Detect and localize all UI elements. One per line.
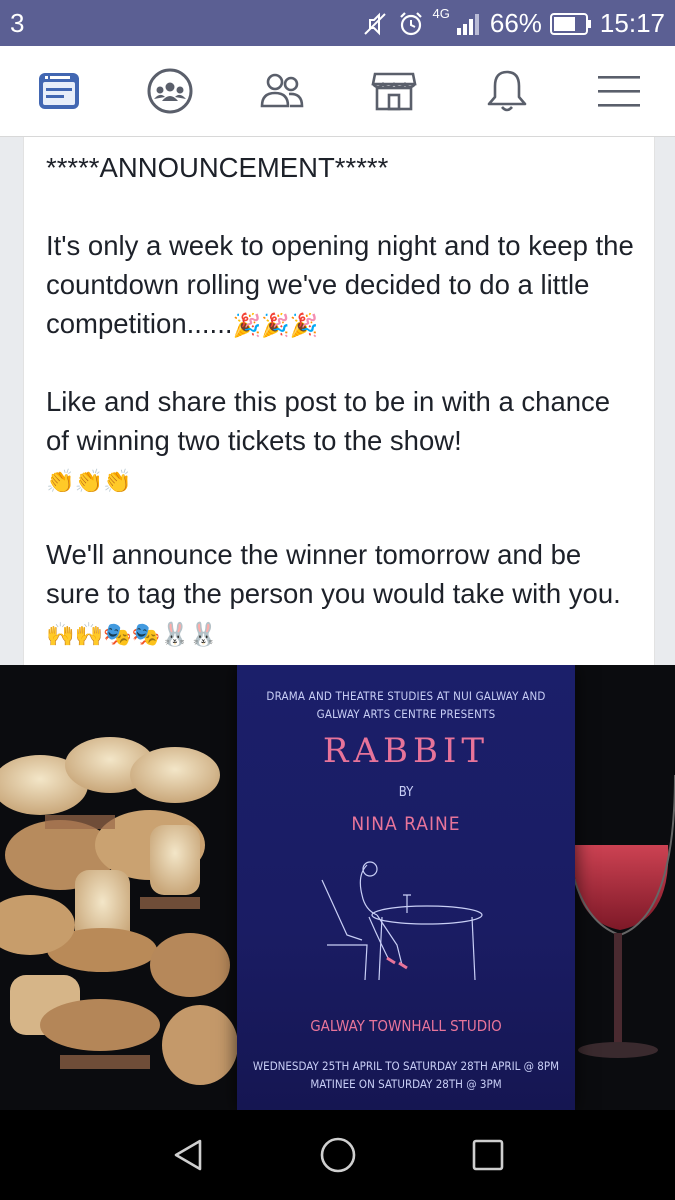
post-paragraph-3: We'll announce the winner tomorrow and b… — [46, 535, 636, 655]
party-popper-emoji: 🎉🎉🎉 — [232, 313, 319, 339]
post-paragraph-1: It's only a week to opening night and to… — [46, 226, 636, 346]
poster-by: BY — [398, 785, 414, 800]
notification-count: 3 — [10, 8, 25, 38]
tab-menu[interactable] — [594, 66, 644, 116]
poster-presenter: DRAMA AND THEATRE STUDIES AT NUI GALWAY … — [266, 689, 546, 721]
tab-marketplace[interactable] — [369, 66, 419, 116]
home-icon[interactable] — [318, 1135, 358, 1175]
poster-venue: GALWAY TOWNHALL STUDIO — [310, 1017, 502, 1035]
signal-icon — [456, 13, 479, 35]
post-text-1: It's only a week to opening night and to… — [46, 230, 634, 339]
status-bar: 3 4G 66% 15:17 — [0, 0, 675, 46]
battery-icon — [549, 12, 591, 35]
notifications-icon — [487, 70, 527, 112]
poster-dates-line-1: WEDNESDAY 25TH APRIL TO SATURDAY 28TH AP… — [252, 1059, 560, 1073]
recents-icon[interactable] — [468, 1135, 508, 1175]
alarm-icon — [399, 11, 422, 35]
menu-icon — [598, 76, 640, 107]
android-nav-bar — [0, 1110, 675, 1200]
tab-news-feed[interactable] — [34, 66, 84, 116]
marketplace-icon — [371, 72, 417, 111]
poster-illustration — [321, 861, 483, 981]
tab-notifications[interactable] — [482, 66, 532, 116]
news-feed-icon — [39, 73, 79, 109]
post-text-3: We'll announce the winner tomorrow and b… — [46, 539, 621, 609]
facebook-nav-bar — [0, 46, 675, 137]
poster-dates-line-2: MATINEE ON SATURDAY 28TH @ 3PM — [310, 1077, 502, 1091]
battery-percent: 66% — [489, 8, 542, 38]
clapping-emoji: 👏👏👏 — [46, 469, 132, 495]
post-heading: *****ANNOUNCEMENT***** — [46, 152, 389, 183]
post-card: *****ANNOUNCEMENT***** It's only a week … — [23, 137, 655, 665]
post-photo[interactable]: DRAMA AND THEATRE STUDIES AT NUI GALWAY … — [0, 665, 675, 1110]
mute-icon — [363, 12, 386, 35]
tab-friends[interactable] — [257, 66, 307, 116]
clock: 15:17 — [599, 8, 665, 38]
status-icons: 4G 66% 15:17 — [361, 6, 665, 39]
celebration-emoji: 🙌🙌🎭🎭🐰🐰 — [46, 622, 218, 648]
poster-title: RABBIT — [322, 731, 490, 771]
back-icon[interactable] — [168, 1135, 208, 1175]
network-label: 4G — [432, 6, 450, 21]
poster-dates: WEDNESDAY 25TH APRIL TO SATURDAY 28TH AP… — [247, 1057, 565, 1093]
post-text-2: Like and share this post to be in with a… — [46, 386, 611, 456]
friends-icon — [260, 73, 304, 108]
poster-author: NINA RAINE — [351, 813, 461, 835]
rabbit-poster: DRAMA AND THEATRE STUDIES AT NUI GALWAY … — [237, 665, 575, 1110]
tab-groups[interactable] — [145, 66, 195, 116]
groups-icon — [147, 68, 193, 114]
post-paragraph-2: Like and share this post to be in with a… — [46, 382, 636, 502]
